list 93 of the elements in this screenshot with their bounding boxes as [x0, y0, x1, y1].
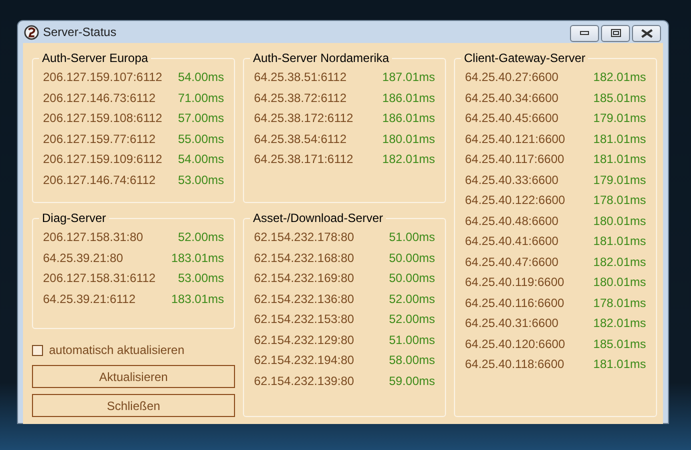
- server-address: 64.25.39.21:6112: [43, 290, 136, 308]
- server-address: 206.127.159.109:6112: [43, 151, 162, 168]
- minimize-button[interactable]: [570, 24, 599, 42]
- server-address: 64.25.38.171:6112: [254, 151, 354, 168]
- server-address: 64.25.40.48:6600: [465, 212, 558, 230]
- latency-value: 53.00ms: [178, 270, 224, 288]
- latency-value: 181.01ms: [593, 130, 646, 148]
- latency-value: 58.00ms: [388, 352, 435, 370]
- server-address: 64.25.38.54:6112: [254, 130, 347, 148]
- latency-value: 183.01ms: [171, 250, 224, 267]
- latency-value: 186.01ms: [382, 90, 435, 107]
- server-address: 206.127.159.108:6112: [43, 110, 162, 128]
- server-address: 62.154.232.139:80: [254, 372, 354, 390]
- server-address: 206.127.158.31:6112: [43, 270, 156, 288]
- server-address: 64.25.40.120:6600: [465, 336, 566, 353]
- minimize-icon: [580, 31, 589, 35]
- server-address: 64.25.40.118:6600: [465, 356, 564, 374]
- app-icon: [24, 24, 39, 40]
- group-title: Auth-Server Europa: [41, 51, 150, 65]
- server-address: 64.25.40.119:6600: [465, 274, 564, 292]
- latency-value: 179.01ms: [593, 110, 646, 128]
- server-address: 206.127.159.77:6112: [43, 130, 156, 148]
- latency-value: 183.01ms: [171, 290, 224, 308]
- latency-value: 181.01ms: [593, 151, 646, 168]
- group-title: Client-Gateway-Server: [463, 51, 586, 65]
- latency-value: 52.00ms: [388, 311, 435, 328]
- latency-value: 59.00ms: [388, 372, 435, 390]
- latency-value: 179.01ms: [593, 172, 646, 189]
- latency-value: 180.01ms: [593, 274, 646, 292]
- server-address: 64.25.38.72:6112: [254, 90, 347, 107]
- latency-value: 180.01ms: [593, 212, 646, 230]
- server-address: 206.127.146.74:6112: [43, 172, 156, 189]
- latency-value: 182.01ms: [593, 69, 646, 86]
- latency-value: 178.01ms: [593, 294, 646, 312]
- server-address: 64.25.40.33:6600: [465, 172, 558, 189]
- group-title: Asset-/Download-Server: [252, 211, 384, 225]
- latency-value: 187.01ms: [382, 69, 435, 86]
- latency-value: 53.00ms: [178, 172, 224, 189]
- server-address: 64.25.40.31:6600: [465, 315, 558, 332]
- latency-value: 54.00ms: [178, 151, 224, 168]
- server-address: 206.127.146.73:6112: [43, 90, 156, 107]
- latency-value: 54.00ms: [178, 69, 224, 86]
- latency-value: 186.01ms: [382, 110, 435, 128]
- server-address: 62.154.232.178:80: [254, 229, 354, 246]
- auto-refresh-checkbox[interactable]: [32, 344, 43, 356]
- checkbox-label: automatisch aktualisieren: [49, 342, 184, 359]
- action-button[interactable]: Schließen: [32, 394, 235, 417]
- latency-value: 52.00ms: [388, 290, 435, 308]
- latency-value: 182.01ms: [593, 315, 646, 332]
- latency-value: 178.01ms: [593, 192, 646, 210]
- server-address: 64.25.40.47:6600: [465, 254, 558, 271]
- action-button[interactable]: Aktualisieren: [32, 365, 235, 388]
- server-address: 62.154.232.129:80: [254, 332, 354, 349]
- latency-value: 180.01ms: [382, 130, 435, 148]
- server-address: 64.25.40.121:6600: [465, 130, 566, 148]
- server-address: 62.154.232.136:80: [254, 290, 354, 308]
- server-address: 64.25.40.117:6600: [465, 151, 564, 168]
- latency-value: 50.00ms: [388, 270, 435, 288]
- server-address: 206.127.159.107:6112: [43, 69, 162, 86]
- close-button[interactable]: [632, 24, 661, 42]
- latency-value: 185.01ms: [593, 90, 646, 107]
- server-address: 64.25.40.27:6600: [465, 69, 558, 86]
- latency-value: 51.00ms: [388, 229, 435, 246]
- close-icon: [640, 28, 652, 38]
- latency-value: 182.01ms: [593, 254, 646, 271]
- server-address: 62.154.232.168:80: [254, 250, 354, 267]
- server-address: 64.25.38.172:6112: [254, 110, 354, 128]
- server-address: 62.154.232.169:80: [254, 270, 354, 288]
- latency-value: 50.00ms: [388, 250, 435, 267]
- latency-value: 51.00ms: [388, 332, 435, 349]
- maximize-button[interactable]: [601, 24, 630, 42]
- server-address: 64.25.40.122:6600: [465, 192, 566, 210]
- latency-value: 181.01ms: [593, 356, 646, 374]
- server-address: 206.127.158.31:80: [43, 229, 144, 246]
- latency-value: 181.01ms: [593, 233, 646, 250]
- window-title: Server-Status: [43, 24, 116, 41]
- maximize-icon: [610, 29, 620, 37]
- server-address: 64.25.40.45:6600: [465, 110, 558, 128]
- server-address: 64.25.40.34:6600: [465, 90, 558, 107]
- latency-value: 182.01ms: [382, 151, 435, 168]
- server-address: 64.25.40.41:6600: [465, 233, 558, 250]
- group-title: Diag-Server: [41, 211, 108, 225]
- group-title: Auth-Server Nordamerika: [252, 51, 390, 65]
- latency-value: 71.00ms: [178, 90, 224, 107]
- server-address: 62.154.232.153:80: [254, 311, 354, 328]
- server-address: 64.25.40.116:6600: [465, 294, 564, 312]
- server-address: 64.25.38.51:6112: [254, 69, 347, 86]
- latency-value: 57.00ms: [178, 110, 224, 128]
- latency-value: 185.01ms: [593, 336, 646, 353]
- server-address: 62.154.232.194:80: [254, 352, 354, 370]
- server-address: 64.25.39.21:80: [43, 250, 124, 267]
- latency-value: 52.00ms: [178, 229, 224, 246]
- latency-value: 55.00ms: [178, 130, 224, 148]
